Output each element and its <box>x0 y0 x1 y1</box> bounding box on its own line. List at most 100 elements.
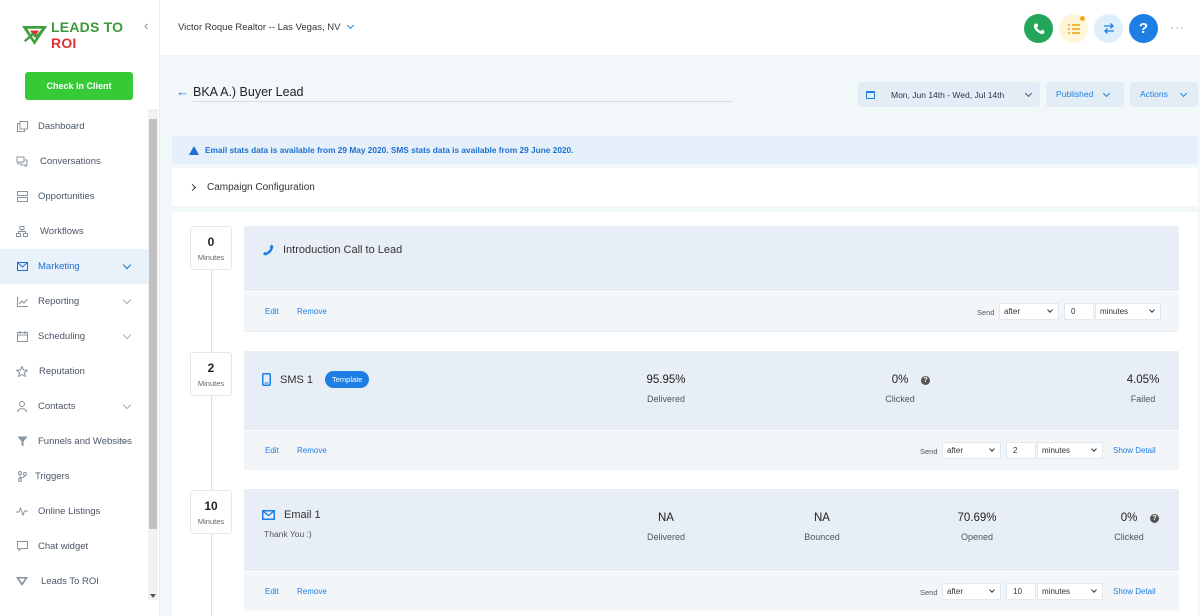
sidebar-scrollbar[interactable] <box>148 109 158 600</box>
scrollbar-thumb[interactable] <box>149 119 157 529</box>
stat-label: Failed <box>1130 394 1156 404</box>
sidebar-item-triggers[interactable]: Triggers <box>0 459 148 494</box>
brand-logo[interactable]: LEADS TO ROI <box>22 19 142 51</box>
sidebar-item-scheduling[interactable]: Scheduling <box>0 319 148 354</box>
send-unit-select[interactable]: minutes <box>1095 303 1161 320</box>
actions-dropdown[interactable]: Actions <box>1130 82 1198 107</box>
sidebar-item-online-listings[interactable]: Online Listings <box>0 494 148 529</box>
phone-button[interactable] <box>1024 14 1053 43</box>
brand-name-2: ROI <box>51 35 77 51</box>
send-amount-input[interactable]: 2 <box>1006 442 1036 459</box>
scroll-down-arrow-icon[interactable] <box>150 594 156 598</box>
step-title[interactable]: Introduction Call to Lead <box>262 244 402 256</box>
swap-arrows-icon <box>1103 23 1114 34</box>
send-label: Send <box>920 588 938 597</box>
star-icon <box>16 366 28 378</box>
sidebar-item-marketing[interactable]: Marketing <box>0 249 148 284</box>
step-card-email: Email 1 Thank You :) NA Delivered NA Bounc… <box>244 489 1179 611</box>
sidebar-item-label: Reputation <box>39 366 85 377</box>
send-unit-select[interactable]: minutes <box>1037 583 1103 600</box>
remove-link[interactable]: Remove <box>297 587 327 596</box>
sidebar-item-leads-to-roi[interactable]: Leads To ROI <box>0 564 148 599</box>
sidebar-item-opportunities[interactable]: Opportunities <box>0 179 148 214</box>
sidebar-item-reputation[interactable]: Reputation <box>0 354 148 389</box>
delay-unit: Minutes <box>197 379 225 388</box>
sidebar-item-contacts[interactable]: Contacts <box>0 389 148 424</box>
step-footer: Edit Remove Send after 2 minutes Show De… <box>244 430 1179 470</box>
send-when-select[interactable]: after <box>942 442 1001 459</box>
step-title[interactable]: Email 1 <box>262 509 321 521</box>
step-title[interactable]: SMS 1 Template <box>262 371 370 388</box>
delay-value: 10 <box>204 499 218 513</box>
stat-delivered: NA Delivered <box>626 512 706 542</box>
stat-label: Clicked <box>885 394 915 404</box>
sidebar-item-dashboard[interactable]: Dashboard <box>0 109 148 144</box>
send-when-select[interactable]: after <box>999 303 1059 320</box>
help-icon[interactable]: ? <box>1150 514 1159 523</box>
sidebar-item-workflows[interactable]: Workflows <box>0 214 148 249</box>
account-switcher[interactable]: Victor Roque Realtor -- Las Vegas, NV <box>178 21 355 33</box>
stat-label: Opened <box>960 532 994 542</box>
show-detail-link[interactable]: Show Detail <box>1113 587 1156 596</box>
sidebar-item-label: Dashboard <box>38 121 85 132</box>
branch-icon <box>16 471 28 483</box>
template-badge: Template <box>325 371 370 388</box>
remove-link[interactable]: Remove <box>297 446 327 455</box>
chevron-down-icon <box>122 400 132 410</box>
collapse-sidebar-icon[interactable]: ‹ <box>144 18 148 33</box>
edit-link[interactable]: Edit <box>265 587 279 596</box>
status-dropdown[interactable]: Published <box>1046 82 1124 107</box>
check-in-client-button[interactable]: Check In Client <box>25 72 133 100</box>
stat-label: Clicked <box>1114 532 1144 542</box>
stat-value: 0% <box>891 374 909 386</box>
chevron-down-icon <box>122 330 132 340</box>
stat-label: Bounced <box>804 532 840 542</box>
help-icon: ? <box>1138 20 1149 37</box>
stat-value: 95.95% <box>646 374 686 386</box>
sidebar: LEADS TO ROI ‹ Check In Client Dashboard… <box>0 0 160 616</box>
chevron-down-icon <box>1149 307 1155 313</box>
sidebar-item-funnels[interactable]: Funnels and Websites <box>0 424 148 459</box>
send-amount-input[interactable]: 10 <box>1006 583 1036 600</box>
remove-link[interactable]: Remove <box>297 307 327 316</box>
show-detail-link[interactable]: Show Detail <box>1113 446 1156 455</box>
send-label: Send <box>977 308 995 317</box>
funnel-icon <box>16 436 28 448</box>
send-when-select[interactable]: after <box>942 583 1001 600</box>
step-delay-badge: 0 Minutes <box>190 226 232 270</box>
stat-label: Delivered <box>646 532 686 542</box>
delay-unit: Minutes <box>197 517 225 526</box>
chevron-down-icon <box>1179 89 1188 98</box>
sidebar-item-label: Scheduling <box>38 331 86 342</box>
step-subtitle: Thank You :) <box>264 529 312 539</box>
back-arrow-icon[interactable]: ← <box>176 84 189 99</box>
delay-unit: Minutes <box>197 253 225 262</box>
sidebar-item-label: Online Listings <box>38 506 101 517</box>
chevron-down-icon <box>989 446 995 452</box>
send-amount-input[interactable]: 0 <box>1064 303 1094 320</box>
campaign-configuration-toggle[interactable]: Campaign Configuration <box>172 168 1198 206</box>
chevron-down-icon <box>989 587 995 593</box>
edit-link[interactable]: Edit <box>265 307 279 316</box>
help-icon[interactable]: ? <box>921 376 930 385</box>
help-button[interactable]: ? <box>1129 14 1158 43</box>
chat-box-icon <box>16 541 28 553</box>
calendar-icon <box>866 90 875 99</box>
tasks-button[interactable] <box>1059 14 1088 43</box>
sidebar-item-conversations[interactable]: Conversations <box>0 144 148 179</box>
switch-button[interactable] <box>1094 14 1123 43</box>
date-range-picker[interactable]: Mon, Jun 14th - Wed, Jul 14th <box>858 82 1040 107</box>
sidebar-item-reporting[interactable]: Reporting <box>0 284 148 319</box>
campaign-name-input[interactable] <box>193 82 733 102</box>
step-title-text: SMS 1 <box>280 373 314 386</box>
calendar-icon <box>16 331 28 343</box>
step-card-sms: SMS 1 Template 95.95% Delivered 0% Clicked… <box>244 351 1179 470</box>
sidebar-item-chat-widget[interactable]: Chat widget <box>0 529 148 564</box>
chevron-down-icon <box>1102 89 1111 98</box>
actions-label: Actions <box>1140 89 1168 99</box>
more-icon[interactable]: ··· <box>1170 20 1185 34</box>
sidebar-item-label: Leads To ROI <box>41 576 99 587</box>
edit-link[interactable]: Edit <box>265 446 279 455</box>
chevron-down-icon <box>347 21 355 30</box>
send-unit-select[interactable]: minutes <box>1037 442 1103 459</box>
